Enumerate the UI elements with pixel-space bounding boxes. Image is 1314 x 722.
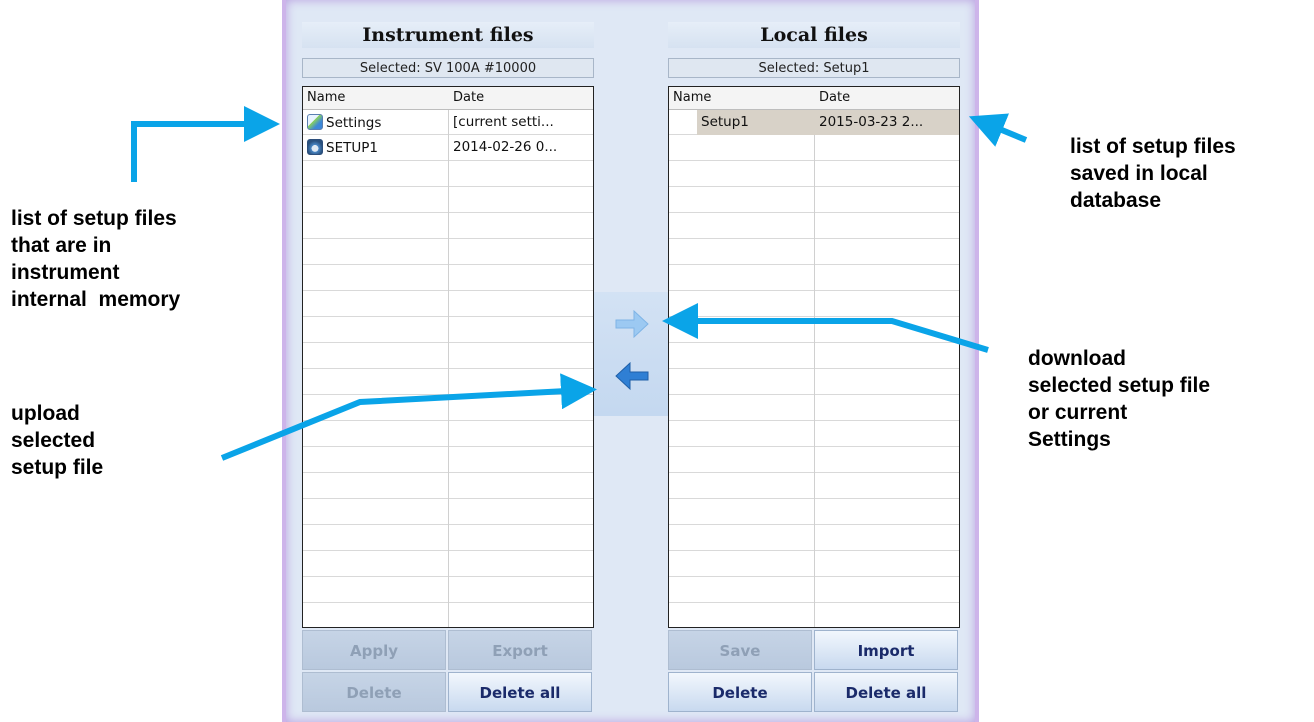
- download-arrow: [662, 303, 989, 353]
- annotation-arrows: [131, 106, 1028, 461]
- upload-arrow: [220, 373, 597, 461]
- instrument-list-arrow: [131, 106, 280, 182]
- local-list-arrow: [968, 113, 1028, 147]
